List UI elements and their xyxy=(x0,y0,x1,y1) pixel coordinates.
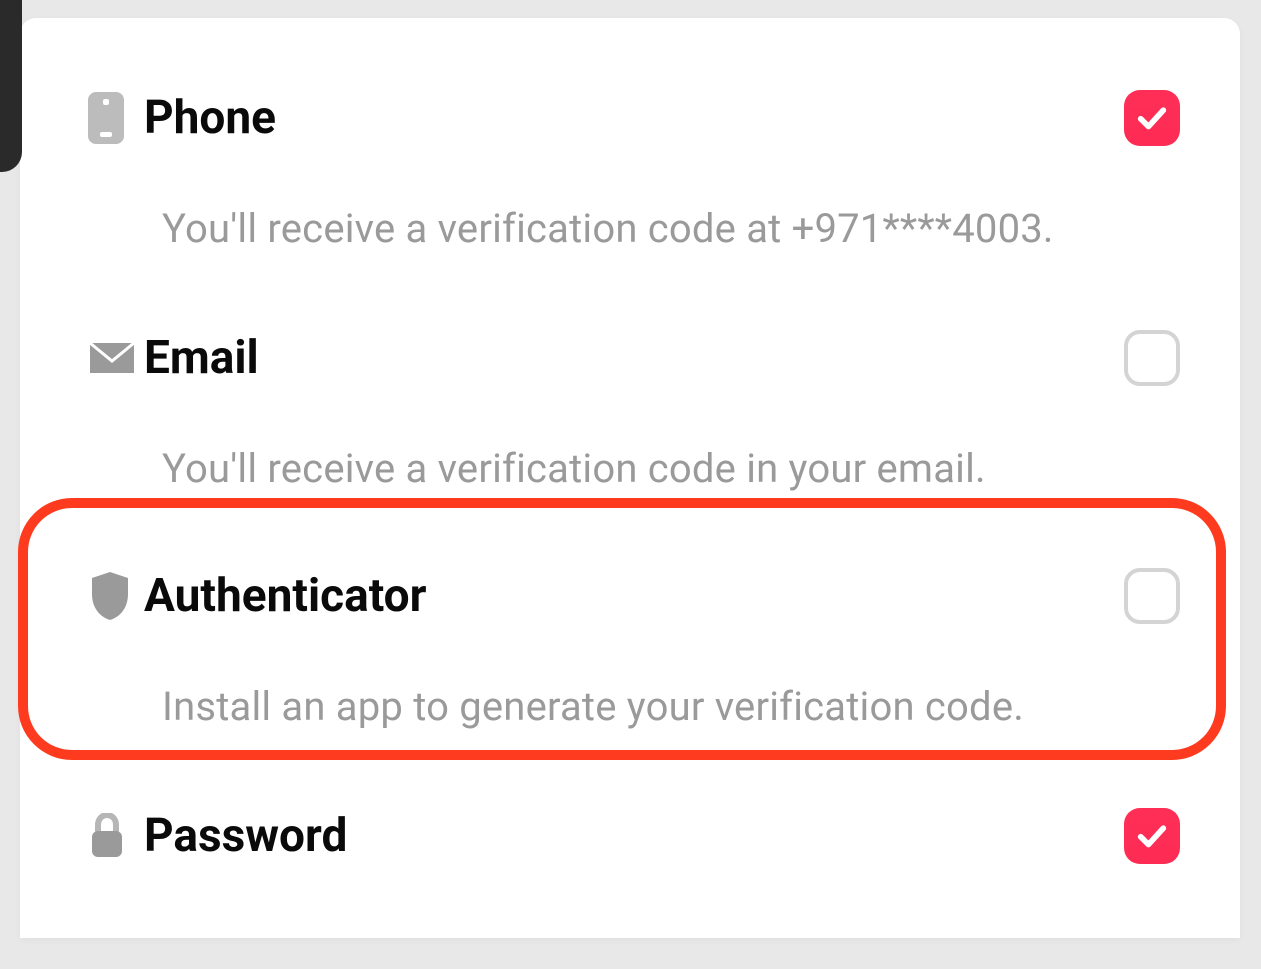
phone-icon xyxy=(88,92,144,144)
envelope-icon xyxy=(88,341,144,375)
option-phone-title: Phone xyxy=(144,91,1124,145)
option-phone[interactable]: Phone You'll receive a verification code… xyxy=(20,90,1240,254)
option-email-title: Email xyxy=(144,331,1124,385)
option-phone-checkbox[interactable] xyxy=(1124,90,1180,146)
option-email[interactable]: Email You'll receive a verification code… xyxy=(20,330,1240,494)
checkmark-icon xyxy=(1135,819,1169,853)
option-email-description: You'll receive a verification code in yo… xyxy=(162,444,1180,494)
option-password[interactable]: Password xyxy=(20,808,1240,864)
shield-icon xyxy=(88,570,144,622)
edge-decoration xyxy=(0,0,22,172)
option-phone-description: You'll receive a verification code at +9… xyxy=(162,204,1180,254)
option-password-checkbox[interactable] xyxy=(1124,808,1180,864)
option-authenticator[interactable]: Authenticator Install an app to generate… xyxy=(20,568,1240,732)
option-authenticator-description: Install an app to generate your verifica… xyxy=(162,682,1180,732)
option-authenticator-title: Authenticator xyxy=(144,569,1124,623)
lock-icon xyxy=(88,813,144,859)
verification-options-panel: Phone You'll receive a verification code… xyxy=(20,18,1240,938)
option-password-title: Password xyxy=(144,809,1124,863)
checkmark-icon xyxy=(1135,101,1169,135)
option-authenticator-checkbox[interactable] xyxy=(1124,568,1180,624)
option-email-checkbox[interactable] xyxy=(1124,330,1180,386)
